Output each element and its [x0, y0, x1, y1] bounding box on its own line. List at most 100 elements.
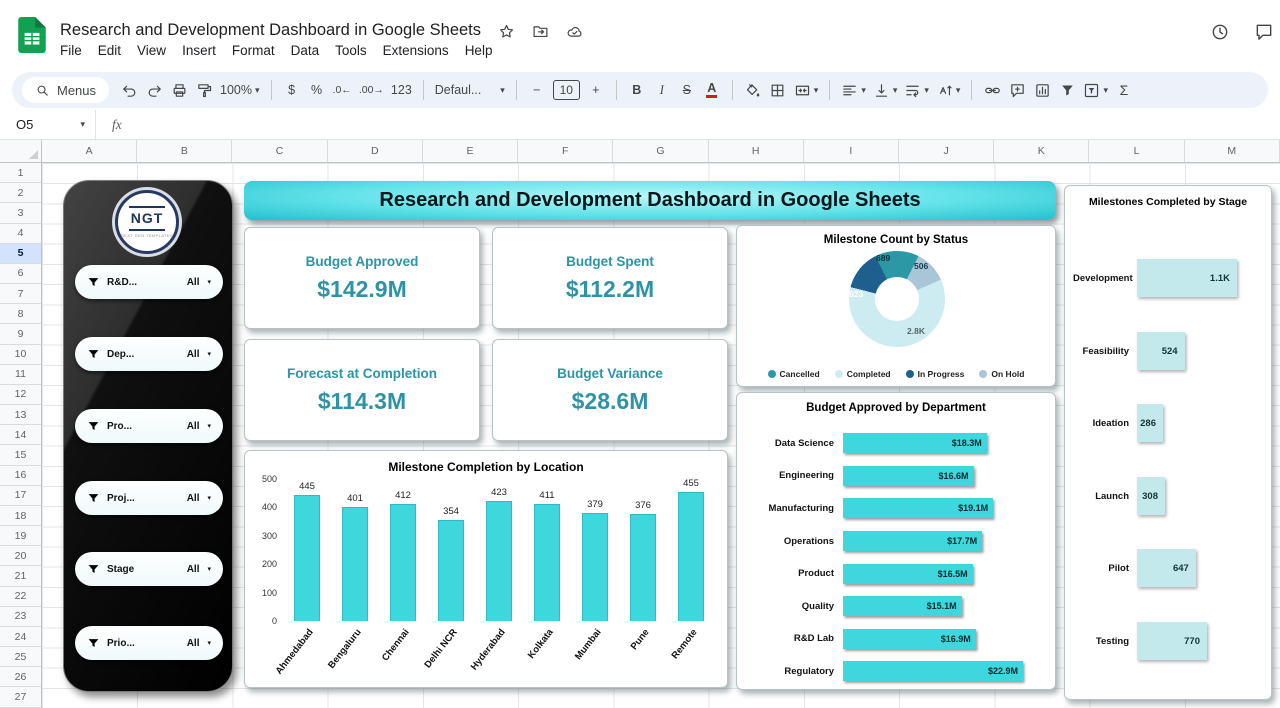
- row-header-12[interactable]: 12: [0, 385, 41, 405]
- row-header-4[interactable]: 4: [0, 224, 41, 244]
- sheets-logo-icon[interactable]: [18, 17, 46, 53]
- row-header-2[interactable]: 2: [0, 183, 41, 203]
- filter-value: All: [187, 564, 200, 575]
- italic-button[interactable]: I: [650, 77, 674, 103]
- row-header-18[interactable]: 18: [0, 506, 41, 526]
- filter-button[interactable]: [1055, 77, 1079, 103]
- row-header-14[interactable]: 14: [0, 425, 41, 445]
- menu-extensions[interactable]: Extensions: [375, 41, 457, 60]
- comment-history-icon[interactable]: [1254, 22, 1274, 42]
- menu-edit[interactable]: Edit: [90, 41, 129, 60]
- row-header-3[interactable]: 3: [0, 203, 41, 223]
- row-header-23[interactable]: 23: [0, 607, 41, 627]
- text-wrap-button[interactable]: ▾: [901, 77, 932, 103]
- menu-tools[interactable]: Tools: [327, 41, 375, 60]
- row-header-9[interactable]: 9: [0, 324, 41, 344]
- undo-button[interactable]: [117, 77, 141, 103]
- row-header-21[interactable]: 21: [0, 566, 41, 586]
- row-header-26[interactable]: 26: [0, 667, 41, 687]
- vertical-align-button[interactable]: ▾: [870, 77, 901, 103]
- version-history-icon[interactable]: [1210, 22, 1230, 42]
- row-header-15[interactable]: 15: [0, 445, 41, 465]
- filter-r-d[interactable]: R&D...All▾: [75, 265, 223, 299]
- number-format-button[interactable]: 123: [388, 77, 415, 103]
- row-header-17[interactable]: 17: [0, 486, 41, 506]
- font-size-button[interactable]: 10: [553, 80, 580, 100]
- column-header-c[interactable]: C: [232, 140, 327, 162]
- row-header-1[interactable]: 1: [0, 163, 41, 183]
- column-header-b[interactable]: B: [137, 140, 232, 162]
- text-rotate-button[interactable]: ▾: [933, 77, 964, 103]
- column-header-d[interactable]: D: [328, 140, 423, 162]
- caret-down-icon: ▾: [207, 350, 211, 358]
- functions-button[interactable]: Σ: [1112, 77, 1136, 103]
- filter-stage[interactable]: StageAll▾: [75, 552, 223, 586]
- row-header-27[interactable]: 27: [0, 687, 41, 707]
- bold-button[interactable]: B: [625, 77, 649, 103]
- add-comment-button[interactable]: [1005, 77, 1029, 103]
- currency-format-button[interactable]: $: [280, 77, 304, 103]
- name-box[interactable]: O5 ▾: [0, 110, 96, 139]
- align-left-button[interactable]: ▾: [838, 77, 869, 103]
- menu-view[interactable]: View: [129, 41, 174, 60]
- row-header-8[interactable]: 8: [0, 304, 41, 324]
- menu-data[interactable]: Data: [283, 41, 328, 60]
- row-header-22[interactable]: 22: [0, 587, 41, 607]
- row-header-11[interactable]: 11: [0, 365, 41, 385]
- fill-color-button[interactable]: [741, 77, 765, 103]
- row-header-6[interactable]: 6: [0, 264, 41, 284]
- filter-dep[interactable]: Dep...All▾: [75, 337, 223, 371]
- increase-font-size-button[interactable]: +: [584, 77, 608, 103]
- column-header-f[interactable]: F: [518, 140, 613, 162]
- column-header-g[interactable]: G: [613, 140, 708, 162]
- filter-views-button[interactable]: ▾: [1080, 77, 1111, 103]
- column-header-l[interactable]: L: [1089, 140, 1184, 162]
- row-header-7[interactable]: 7: [0, 284, 41, 304]
- select-all-corner[interactable]: [0, 140, 42, 163]
- column-header-a[interactable]: A: [42, 140, 137, 162]
- column-header-i[interactable]: I: [804, 140, 899, 162]
- font-family-button[interactable]: Defaul...▾: [432, 77, 508, 103]
- column-header-e[interactable]: E: [423, 140, 518, 162]
- move-folder-icon[interactable]: [532, 23, 549, 40]
- column-header-j[interactable]: J: [899, 140, 994, 162]
- row-header-10[interactable]: 10: [0, 345, 41, 365]
- paint-format-button[interactable]: [192, 77, 216, 103]
- strikethrough-button[interactable]: S: [675, 77, 699, 103]
- row-header-20[interactable]: 20: [0, 546, 41, 566]
- column-header-h[interactable]: H: [709, 140, 804, 162]
- decrease-decimal-button[interactable]: .0←: [330, 77, 355, 103]
- decrease-font-size-button[interactable]: −: [525, 77, 549, 103]
- percent-format-button[interactable]: %: [305, 77, 329, 103]
- redo-button[interactable]: [142, 77, 166, 103]
- zoom-button[interactable]: 100%▾: [217, 77, 263, 103]
- filter-prio[interactable]: Prio...All▾: [75, 626, 223, 660]
- star-icon[interactable]: [498, 23, 515, 40]
- document-title[interactable]: Research and Development Dashboard in Go…: [60, 21, 481, 40]
- merge-cells-button[interactable]: ▾: [791, 77, 822, 103]
- increase-decimal-button[interactable]: .00→: [356, 77, 387, 103]
- row-header-19[interactable]: 19: [0, 526, 41, 546]
- print-button[interactable]: [167, 77, 191, 103]
- row-header-24[interactable]: 24: [0, 627, 41, 647]
- stage-track: 286: [1137, 404, 1265, 442]
- insert-chart-button[interactable]: [1030, 77, 1054, 103]
- menu-help[interactable]: Help: [457, 41, 501, 60]
- row-header-5[interactable]: 5: [0, 244, 41, 264]
- text-color-button[interactable]: A: [700, 77, 724, 103]
- column-header-m[interactable]: M: [1185, 140, 1280, 162]
- menu-file[interactable]: File: [52, 41, 90, 60]
- menu-format[interactable]: Format: [224, 41, 283, 60]
- filter-proj[interactable]: Proj...All▾: [75, 481, 223, 515]
- status-chart-title: Milestone Count by Status: [737, 226, 1055, 246]
- row-header-16[interactable]: 16: [0, 466, 41, 486]
- menus-button[interactable]: Menus: [22, 77, 109, 103]
- header-right-actions: [1210, 22, 1274, 42]
- row-header-25[interactable]: 25: [0, 647, 41, 667]
- link-button[interactable]: [980, 77, 1004, 103]
- borders-button[interactable]: [766, 77, 790, 103]
- menu-insert[interactable]: Insert: [174, 41, 224, 60]
- filter-pro[interactable]: Pro...All▾: [75, 409, 223, 443]
- column-header-k[interactable]: K: [994, 140, 1089, 162]
- row-header-13[interactable]: 13: [0, 405, 41, 425]
